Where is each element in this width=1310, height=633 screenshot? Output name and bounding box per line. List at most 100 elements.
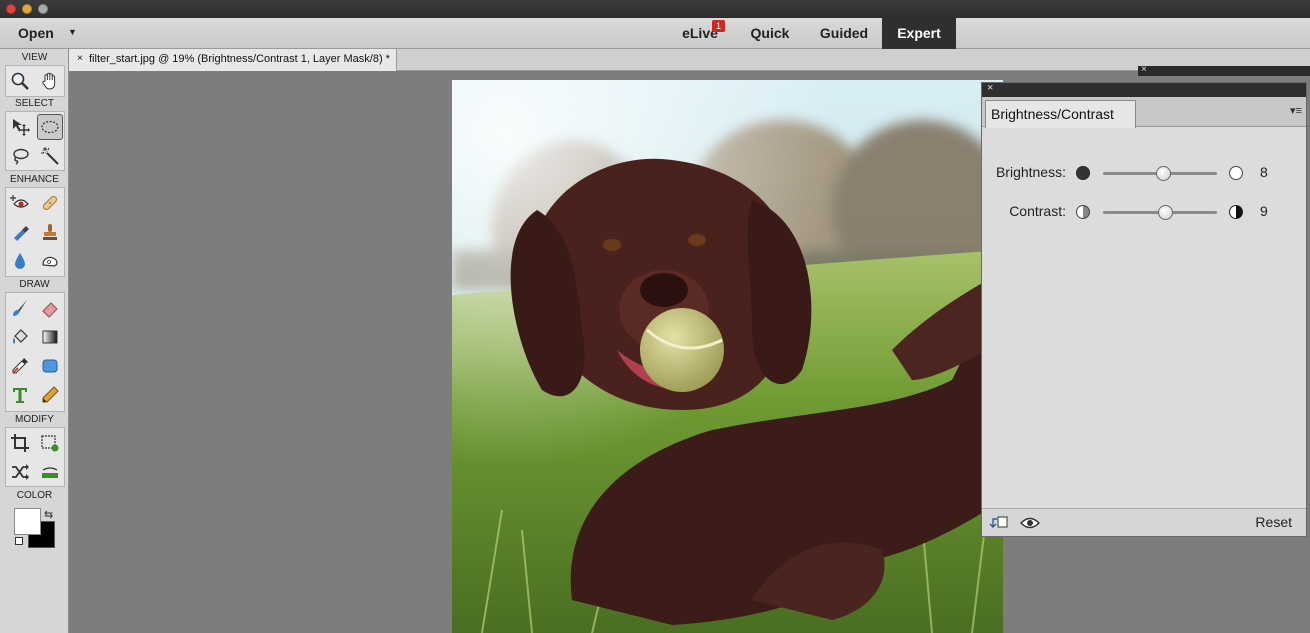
contrast-low-icon xyxy=(1076,205,1090,219)
tab-quick[interactable]: Quick xyxy=(738,18,802,49)
tab-brightness-contrast[interactable]: Brightness/Contrast xyxy=(985,100,1136,128)
magic-wand-icon xyxy=(41,147,59,165)
magic-wand-tool[interactable] xyxy=(37,143,63,169)
photo-dog-with-ball[interactable] xyxy=(452,80,1003,633)
sponge-tool[interactable] xyxy=(37,248,63,274)
tab-guided[interactable]: Guided xyxy=(808,18,880,49)
brightness-low-icon xyxy=(1076,166,1090,180)
marquee-tool[interactable] xyxy=(37,114,63,140)
zoom-tool[interactable] xyxy=(7,68,33,94)
brightness-label: Brightness: xyxy=(995,164,1066,180)
tab-expert-label: Expert xyxy=(897,25,941,41)
paintbrush-icon xyxy=(13,300,27,316)
blur-tool[interactable] xyxy=(7,248,33,274)
red-eye-tool[interactable] xyxy=(7,190,33,216)
open-button[interactable]: Open ▼ xyxy=(0,18,84,49)
bandage-icon xyxy=(42,195,58,211)
close-icon[interactable]: × xyxy=(77,53,83,64)
hand-icon xyxy=(42,72,56,90)
rounded-rectangle-icon xyxy=(42,359,58,373)
lasso-tool[interactable] xyxy=(7,143,33,169)
contrast-slider[interactable] xyxy=(1103,205,1217,220)
smart-brush-icon xyxy=(14,226,29,241)
content-aware-move-tool[interactable] xyxy=(7,459,33,485)
reset-button[interactable]: Reset xyxy=(1255,514,1292,530)
zoom-icon xyxy=(11,72,29,90)
tab-guided-label: Guided xyxy=(819,25,869,41)
chevron-down-icon[interactable]: ▼ xyxy=(68,27,77,37)
photo-image xyxy=(452,80,1003,633)
straighten-tool[interactable] xyxy=(37,459,63,485)
close-icon[interactable]: × xyxy=(987,82,993,94)
draw-toolbox xyxy=(5,292,65,412)
eyedropper-tool[interactable] xyxy=(7,353,33,379)
brightness-slider-row: Brightness: 8 xyxy=(982,163,1306,183)
crop-tool[interactable] xyxy=(7,430,33,456)
window-minimize-button[interactable] xyxy=(22,4,32,14)
panel-menu-icon[interactable]: ▾≡ xyxy=(1290,104,1302,117)
swap-colors-icon[interactable]: ⇆ xyxy=(44,508,53,521)
tab-expert[interactable]: Expert xyxy=(882,18,956,49)
open-label: Open xyxy=(18,25,54,41)
default-colors-icon[interactable] xyxy=(15,537,23,545)
straighten-icon xyxy=(42,467,58,478)
window-close-button[interactable] xyxy=(6,4,16,14)
clip-to-layer-icon[interactable] xyxy=(988,515,1008,534)
move-tool[interactable] xyxy=(7,114,33,140)
water-drop-icon xyxy=(15,253,25,269)
view-toolbox xyxy=(5,65,65,97)
type-icon xyxy=(13,388,27,403)
panel-dock-collapsed[interactable]: × xyxy=(1138,64,1310,76)
section-enhance: ENHANCE xyxy=(10,174,59,185)
contrast-slider-row: Contrast: 9 xyxy=(982,202,1306,222)
panel-tab-row: Brightness/Contrast ▾≡ xyxy=(982,97,1306,128)
brush-tool[interactable] xyxy=(7,295,33,321)
clone-stamp-tool[interactable] xyxy=(37,219,63,245)
contrast-slider-thumb[interactable] xyxy=(1158,205,1174,220)
paint-bucket-tool[interactable] xyxy=(7,324,33,350)
eraser-icon xyxy=(42,302,58,318)
section-view: VIEW xyxy=(21,52,48,63)
crop-icon xyxy=(11,434,29,452)
app-window: Open ▼ eLive 1 Quick Guided Expert VIEW … xyxy=(0,0,1310,633)
contrast-high-icon xyxy=(1229,205,1243,219)
recompose-tool[interactable] xyxy=(37,430,63,456)
shuffle-arrows-icon xyxy=(12,464,29,480)
smart-brush-tool[interactable] xyxy=(7,219,33,245)
section-color: COLOR xyxy=(16,490,53,501)
mode-bar: Open ▼ eLive 1 Quick Guided Expert xyxy=(0,18,1310,49)
pencil-icon xyxy=(42,386,59,403)
close-icon[interactable]: × xyxy=(1141,64,1147,75)
brightness-slider[interactable] xyxy=(1103,166,1217,181)
tab-quick-label: Quick xyxy=(750,25,790,41)
eraser-tool[interactable] xyxy=(37,295,63,321)
eyedropper-icon xyxy=(12,358,28,374)
window-zoom-button[interactable] xyxy=(38,4,48,14)
spot-healing-tool[interactable] xyxy=(37,190,63,216)
contrast-label: Contrast: xyxy=(1009,203,1066,219)
recompose-icon xyxy=(41,435,59,452)
panel-header[interactable]: × xyxy=(982,82,1306,97)
hand-tool[interactable] xyxy=(37,68,63,94)
foreground-color-swatch[interactable] xyxy=(14,508,41,535)
section-select: SELECT xyxy=(15,98,54,109)
pencil-tool[interactable] xyxy=(37,382,63,408)
section-draw: DRAW xyxy=(19,279,50,290)
tools-panel: VIEW SELECT ENHANCE DRAW MODIFY COLOR ⇆ xyxy=(0,49,69,633)
panel-footer: Reset xyxy=(982,508,1306,536)
document-tab-title: filter_start.jpg @ 19% (Brightness/Contr… xyxy=(89,53,390,65)
contrast-value: 9 xyxy=(1260,203,1268,219)
modify-toolbox xyxy=(5,427,65,487)
gradient-tool[interactable] xyxy=(37,324,63,350)
document-tab[interactable]: × filter_start.jpg @ 19% (Brightness/Con… xyxy=(69,49,397,71)
type-tool[interactable] xyxy=(7,382,33,408)
visibility-eye-icon[interactable] xyxy=(1020,516,1040,534)
red-eye-icon xyxy=(10,195,29,208)
gradient-icon xyxy=(42,330,58,344)
shape-tool[interactable] xyxy=(37,353,63,379)
lasso-icon xyxy=(13,148,29,165)
brightness-high-icon xyxy=(1229,166,1243,180)
section-modify: MODIFY xyxy=(15,414,54,425)
brightness-value: 8 xyxy=(1260,164,1268,180)
brightness-slider-thumb[interactable] xyxy=(1155,166,1171,181)
